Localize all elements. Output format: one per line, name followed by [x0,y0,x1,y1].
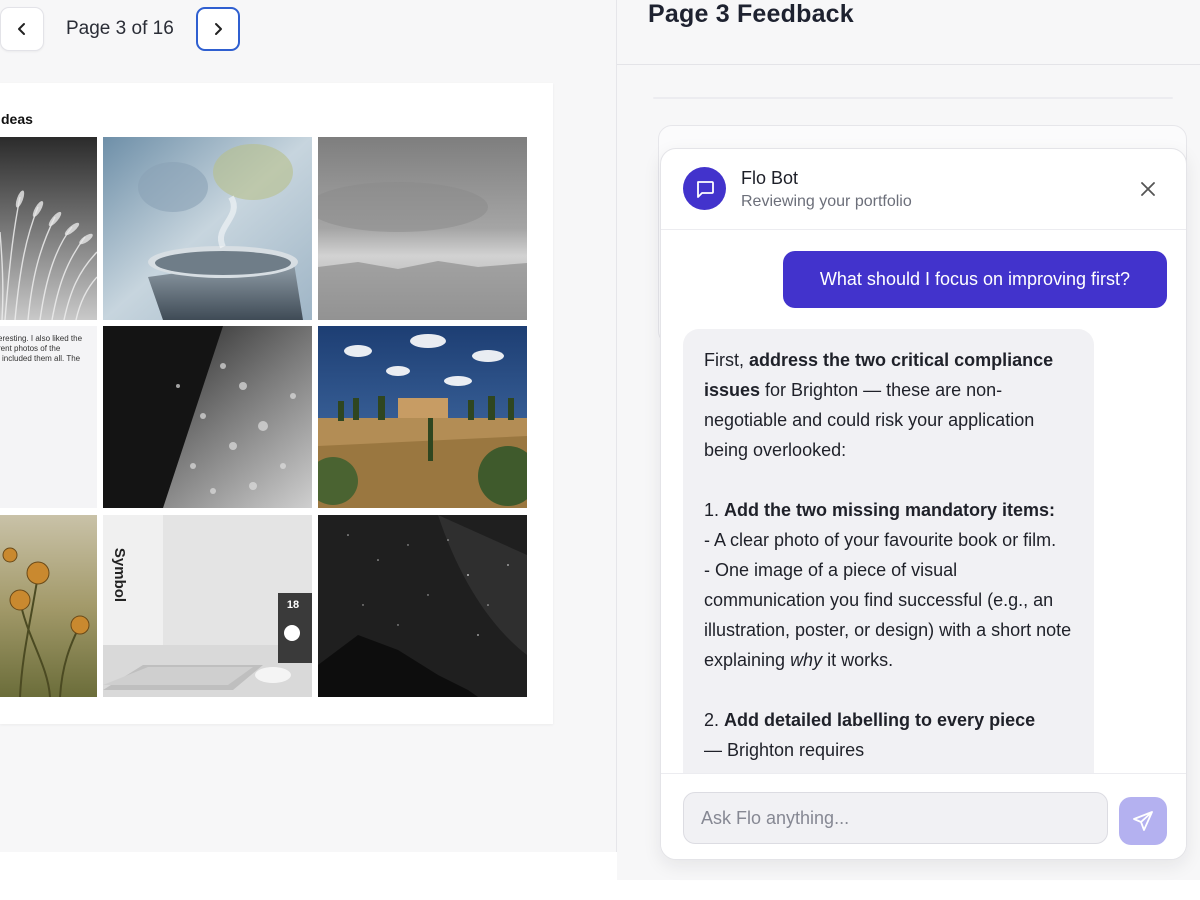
page-indicator: Page 3 of 16 [66,18,174,39]
chat-header: Flo Bot Reviewing your portfolio [661,149,1186,230]
chevron-left-icon [18,23,25,35]
reply-italic: why [790,650,823,670]
photo-water-droplets[interactable] [103,326,312,508]
chevron-right-icon [215,23,222,35]
close-icon [1141,182,1155,196]
reply-list-line: — Brighton requires [704,740,865,760]
chat-input[interactable] [683,792,1108,844]
chat-bubble-icon [696,180,714,198]
previous-page-button[interactable] [0,7,44,51]
calendar-number: 18 [287,599,299,611]
page-navigation: Page 3 of 16 [0,7,260,51]
chat-composer [661,773,1186,859]
chat-window: Flo Bot Reviewing your portfolio What sh… [660,148,1187,860]
photo-wheat-field[interactable] [0,137,97,320]
photo-grey-sky[interactable] [318,137,527,320]
photo-steaming-cup[interactable] [103,137,312,320]
page-heading: deas [1,111,33,127]
book-spine-text: Symbol [111,548,128,602]
reply-list-title: Add the two missing mandatory items: [724,500,1056,520]
portfolio-viewer: Page 3 of 16 deas eresting. I also liked… [0,0,617,852]
next-page-button[interactable] [196,7,240,51]
bot-name: Flo Bot [741,168,799,188]
note-text: eresting. I also liked the rent photos o… [0,334,83,363]
send-button[interactable] [1119,797,1167,845]
feedback-panel: Page 3 Feedback Flo Bot Reviewing your p… [617,0,1200,880]
close-button[interactable] [1135,176,1161,202]
photo-thistle-flowers[interactable] [0,515,97,697]
photo-tuscan-villa[interactable] [318,326,527,508]
reply-list-line: - A clear photo of your favourite book o… [704,530,1057,550]
header-divider [617,64,1200,65]
divider [653,97,1173,99]
photo-night-sky[interactable] [318,515,527,697]
bot-status: Reviewing your portfolio [741,193,912,210]
portfolio-page: deas eresting. I also liked the ent phot… [0,83,553,724]
reply-list-number: 2. [704,710,725,730]
reply-text: it works. [822,650,894,670]
send-icon [1133,811,1153,831]
message-list[interactable]: What should I focus on improving first? … [661,230,1186,773]
reply-list-number: 1. [704,500,725,520]
feedback-title: Page 3 Feedback [648,0,854,28]
text-note: eresting. I also liked the rent photos o… [0,326,97,508]
avatar [683,167,726,210]
photo-laptop-desk[interactable]: 18 Symbol [103,515,312,697]
reply-list-title: Add detailed labelling to every piece [724,710,1036,730]
bot-message: First, address the two critical complian… [683,329,1094,773]
user-message: What should I focus on improving first? [783,251,1167,308]
reply-text: First, [704,350,749,370]
